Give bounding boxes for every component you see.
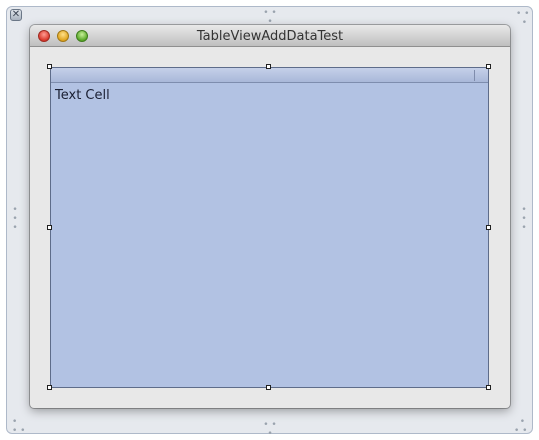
selection-handle-icon[interactable] xyxy=(486,225,491,230)
resize-grip-icon[interactable]: • • • xyxy=(12,418,25,436)
editor-close-icon[interactable]: ✕ xyxy=(10,9,22,21)
selection-handle-icon[interactable] xyxy=(486,64,491,69)
resize-grip-icon[interactable]: • • • xyxy=(262,9,278,27)
resize-grip-icon[interactable]: • • • xyxy=(11,206,19,233)
selection-handle-icon[interactable] xyxy=(47,64,52,69)
selection-handle-icon[interactable] xyxy=(266,385,271,390)
text-cell[interactable]: Text Cell xyxy=(55,88,110,103)
resize-grip-icon[interactable]: • • • xyxy=(514,418,527,436)
resize-grip-icon[interactable]: • • • xyxy=(262,421,278,439)
selection-handle-icon[interactable] xyxy=(47,385,52,390)
selection-handle-icon[interactable] xyxy=(486,385,491,390)
resize-grip-icon[interactable]: • • • xyxy=(516,10,529,28)
table-view[interactable]: Text Cell xyxy=(50,67,489,388)
resize-grip-icon[interactable]: • • • xyxy=(520,206,528,233)
window-titlebar[interactable]: TableViewAddDataTest xyxy=(30,25,510,47)
selection-handle-icon[interactable] xyxy=(266,64,271,69)
window-title: TableViewAddDataTest xyxy=(196,29,344,44)
selection-handle-icon[interactable] xyxy=(47,225,52,230)
header-column-divider[interactable] xyxy=(474,70,475,81)
table-header[interactable] xyxy=(51,68,488,83)
